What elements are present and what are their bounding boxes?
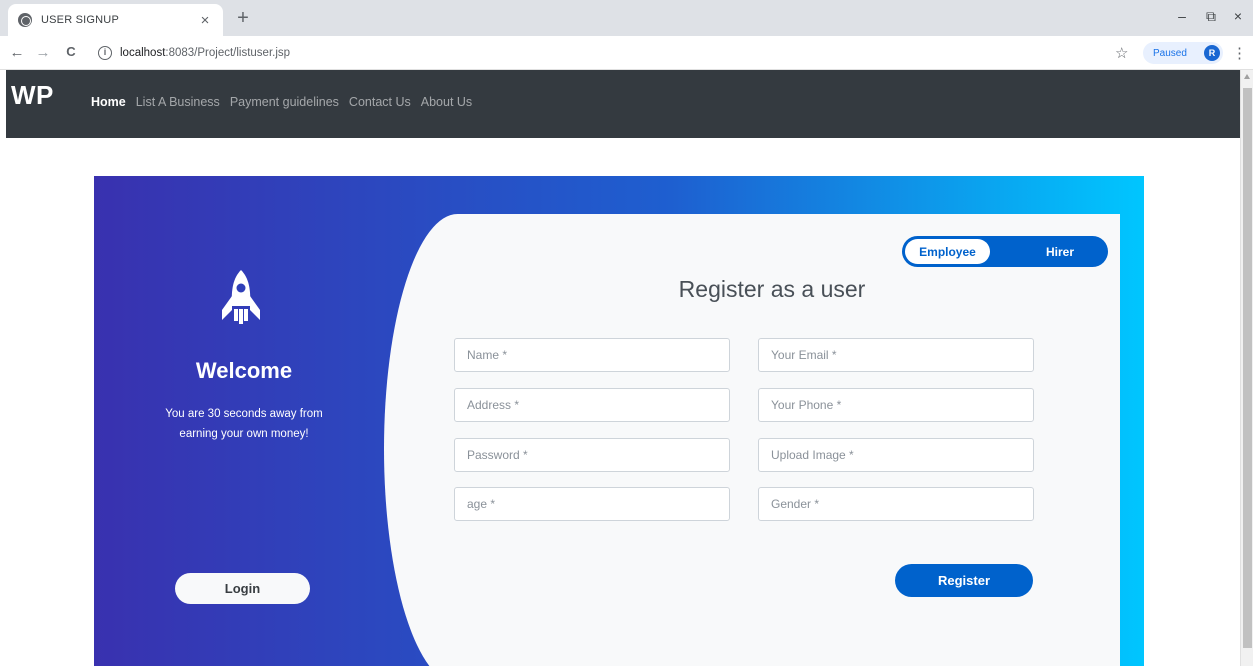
browser-toolbar: ← → C i localhost:8083/Project/listuser.… <box>0 36 1253 70</box>
registration-form: Employee Hirer Register as a user Regist… <box>384 214 1120 666</box>
back-button[interactable]: ← <box>8 44 26 61</box>
reload-button[interactable]: C <box>62 44 80 59</box>
bookmark-star-icon[interactable]: ☆ <box>1115 44 1128 62</box>
nav-link-about-us[interactable]: About Us <box>421 95 472 109</box>
minimize-button[interactable]: – <box>1172 8 1192 24</box>
tab-close-icon[interactable]: × <box>197 12 213 29</box>
tab-title: USER SIGNUP <box>41 14 119 26</box>
page-scrollbar[interactable] <box>1240 70 1253 666</box>
form-heading-text: Register as a user <box>678 276 866 302</box>
address-bar[interactable]: i localhost:8083/Project/listuser.jsp <box>98 40 1098 66</box>
rocket-icon <box>222 270 260 324</box>
email-field[interactable] <box>758 338 1034 372</box>
address-field[interactable] <box>454 388 730 422</box>
brand-logo[interactable]: WP <box>11 80 54 111</box>
close-window-button[interactable]: × <box>1228 8 1248 24</box>
toggle-employee[interactable]: Employee <box>905 239 990 264</box>
new-tab-button[interactable]: + <box>232 7 254 29</box>
nav-link-contact-us[interactable]: Contact Us <box>349 95 411 109</box>
site-navbar: WP Home List A Business Payment guidelin… <box>6 70 1240 138</box>
welcome-tagline: You are 30 seconds away from earning you… <box>165 408 323 440</box>
profile-button[interactable]: Paused R <box>1143 42 1223 64</box>
scroll-up-icon[interactable] <box>1244 74 1250 79</box>
avatar: R <box>1204 45 1220 61</box>
nav-link-payment-guidelines[interactable]: Payment guidelines <box>230 95 339 109</box>
nav-link-home[interactable]: Home <box>91 95 126 109</box>
forward-button[interactable]: → <box>34 44 52 61</box>
toggle-hirer[interactable]: Hirer <box>1020 239 1100 264</box>
profile-status: Paused <box>1153 47 1187 59</box>
nav-links: Home List A Business Payment guidelines … <box>91 95 472 109</box>
globe-icon <box>18 13 32 27</box>
browser-menu-icon[interactable]: ⋮ <box>1232 44 1247 62</box>
register-button[interactable]: Register <box>895 564 1033 597</box>
login-button[interactable]: Login <box>175 573 310 604</box>
browser-tab-bar: USER SIGNUP × + – ⧉ × <box>0 0 1253 36</box>
url-path: :8083/Project/listuser.jsp <box>165 47 291 59</box>
welcome-panel: Welcome You are 30 seconds away from ear… <box>94 176 394 666</box>
password-field[interactable] <box>454 438 730 472</box>
info-icon[interactable]: i <box>98 46 112 60</box>
age-field[interactable] <box>454 487 730 521</box>
gender-field[interactable] <box>758 487 1034 521</box>
scrollbar-thumb[interactable] <box>1243 88 1252 648</box>
browser-tab[interactable]: USER SIGNUP × <box>8 4 223 36</box>
url-host: localhost <box>120 47 166 59</box>
role-toggle[interactable]: Employee Hirer <box>902 236 1108 267</box>
name-field[interactable] <box>454 338 730 372</box>
form-heading: Register as a user <box>384 276 1120 303</box>
welcome-title: Welcome <box>195 358 293 383</box>
nav-link-list-a-business[interactable]: List A Business <box>136 95 220 109</box>
phone-field[interactable] <box>758 388 1034 422</box>
url-text: localhost:8083/Project/listuser.jsp <box>120 47 290 59</box>
register-card: Welcome You are 30 seconds away from ear… <box>94 176 1144 666</box>
restore-button[interactable]: ⧉ <box>1201 8 1221 25</box>
upload-image-field[interactable] <box>758 438 1034 472</box>
